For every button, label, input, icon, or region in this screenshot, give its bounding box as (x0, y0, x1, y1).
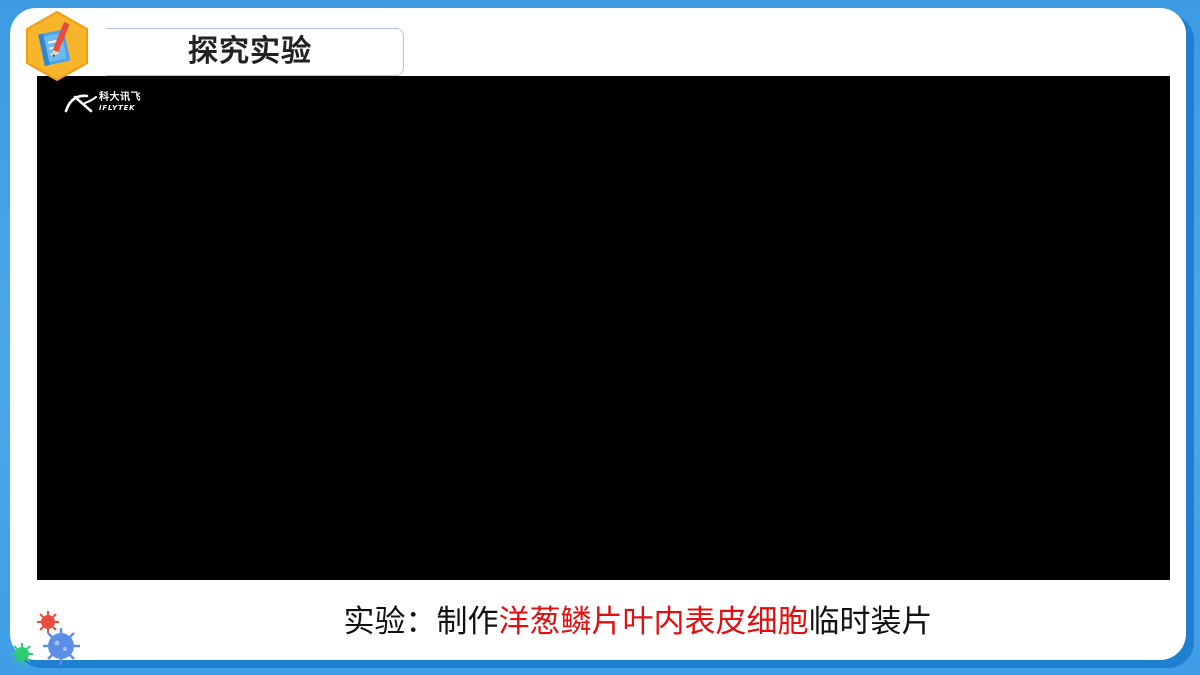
virus-icon (11, 611, 80, 665)
watermark-cn: 科大讯飞 (99, 92, 141, 103)
slide-caption: 实验：制作洋葱鳞片叶内表皮细胞临时装片 (10, 602, 1186, 642)
caption-highlight: 洋葱鳞片叶内表皮细胞 (498, 604, 809, 640)
title-tab: 探究实验 (106, 28, 404, 76)
iflytek-watermark: 科大讯飞 IFLYTEK (63, 92, 141, 114)
caption-suffix: 临时装片 (808, 604, 933, 640)
watermark-en: IFLYTEK (99, 104, 136, 112)
slide-title: 探究实验 (188, 34, 312, 69)
caption-prefix: 实验：制作 (343, 604, 499, 640)
video-player[interactable]: 科大讯飞 IFLYTEK (37, 76, 1170, 580)
iflytek-logo-icon (64, 94, 97, 113)
slide-card: 探究实验 科大讯飞 IFLYTEK 实验：制作洋葱鳞片叶内表皮细胞临时装片 (10, 8, 1186, 660)
notebook-pen-icon (26, 10, 88, 82)
